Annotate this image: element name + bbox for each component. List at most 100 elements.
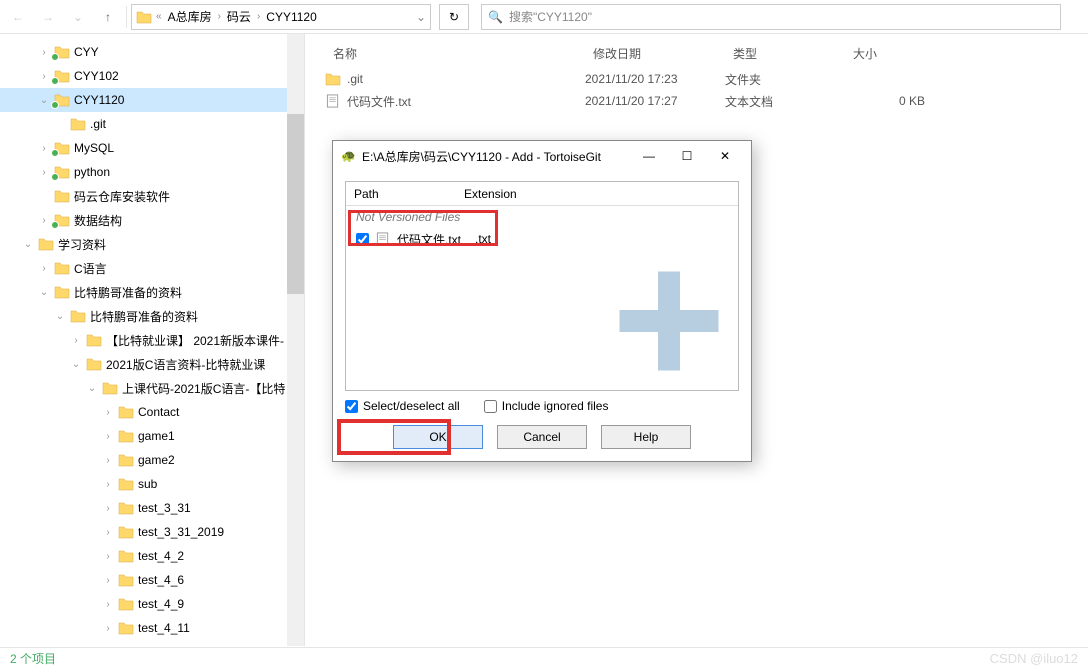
expand-icon[interactable] — [102, 503, 114, 514]
item-count: 2 个项目 — [10, 650, 56, 667]
history-button[interactable]: ⌄ — [64, 4, 92, 30]
file-name: 代码文件.txt — [347, 93, 411, 110]
expand-icon[interactable] — [102, 407, 114, 418]
expand-icon[interactable] — [102, 599, 114, 610]
folder-icon — [54, 45, 70, 59]
maximize-button[interactable]: ☐ — [669, 145, 705, 167]
select-all-checkbox[interactable]: Select/deselect all — [345, 399, 460, 413]
folder-icon — [136, 10, 152, 24]
expand-icon[interactable] — [38, 215, 50, 226]
tree-item-label: test_4_9 — [138, 597, 184, 611]
chevron-right-icon: › — [218, 11, 221, 22]
col-size[interactable]: 大小 — [845, 45, 945, 62]
tree-item[interactable]: 【比特就业课】 2021新版本课件- — [0, 328, 304, 352]
file-row[interactable]: 代码文件.txt2021/11/20 17:27文本文档0 KB — [305, 90, 1088, 112]
tree-item-label: Contact — [138, 405, 179, 419]
expand-icon[interactable] — [70, 359, 82, 370]
tree-item[interactable]: 2021版C语言资料-比特就业课 — [0, 352, 304, 376]
dialog-titlebar[interactable]: 🐢 E:\A总库房\码云\CYY1120 - Add - TortoiseGit… — [333, 141, 751, 171]
include-ignored-checkbox[interactable]: Include ignored files — [484, 399, 609, 413]
expand-icon[interactable] — [38, 47, 50, 58]
tree-item[interactable]: 码云仓库安装软件 — [0, 184, 304, 208]
minimize-button[interactable]: — — [631, 145, 667, 167]
expand-icon[interactable] — [102, 431, 114, 442]
crumb-item[interactable]: 码云 — [225, 8, 253, 25]
expand-icon[interactable] — [102, 551, 114, 562]
tree-item[interactable]: MySQL — [0, 136, 304, 160]
tree-item[interactable]: 比特鹏哥准备的资料 — [0, 280, 304, 304]
folder-icon — [118, 501, 134, 515]
tree-item[interactable]: Contact — [0, 400, 304, 424]
expand-icon[interactable] — [86, 383, 98, 394]
expand-icon[interactable] — [38, 95, 50, 106]
tree-item[interactable]: test_3_31_2019 — [0, 520, 304, 544]
col-date[interactable]: 修改日期 — [585, 45, 725, 62]
file-name: .git — [347, 72, 363, 86]
expand-icon[interactable] — [38, 71, 50, 82]
scroll-thumb[interactable] — [287, 114, 304, 294]
expand-icon[interactable] — [38, 287, 50, 298]
breadcrumb[interactable]: « A总库房 › 码云 › CYY1120 ⌄ — [131, 4, 431, 30]
tree-item[interactable]: 学习资料 — [0, 232, 304, 256]
tree-item-label: 数据结构 — [74, 212, 122, 229]
expand-icon[interactable] — [54, 311, 66, 322]
separator — [126, 6, 127, 28]
col-type[interactable]: 类型 — [725, 45, 845, 62]
tree-item[interactable]: game2 — [0, 448, 304, 472]
tree-item[interactable]: .git — [0, 112, 304, 136]
folder-icon — [54, 189, 70, 203]
tree-item[interactable]: C语言 — [0, 256, 304, 280]
file-list-panel: Path Extension Not Versioned Files 代码文件.… — [345, 181, 739, 391]
tree-item[interactable]: CYY102 — [0, 64, 304, 88]
file-type: 文本文档 — [725, 93, 845, 110]
highlight-box — [348, 210, 498, 246]
tree-item[interactable]: python — [0, 160, 304, 184]
expand-icon[interactable] — [102, 575, 114, 586]
tree-item[interactable]: CYY1120 — [0, 88, 304, 112]
file-row[interactable]: .git2021/11/20 17:23文件夹 — [305, 68, 1088, 90]
expand-icon[interactable] — [70, 335, 82, 346]
tree-item[interactable]: 比特鹏哥准备的资料 — [0, 304, 304, 328]
folder-icon — [118, 429, 134, 443]
tree-item[interactable]: test_4_9 — [0, 592, 304, 616]
tree-item-label: 2021版C语言资料-比特就业课 — [106, 356, 265, 373]
search-input[interactable]: 🔍 搜索"CYY1120" — [481, 4, 1061, 30]
tree-item-label: sub — [138, 477, 157, 491]
crumb-item[interactable]: A总库房 — [166, 8, 214, 25]
expand-icon[interactable] — [102, 623, 114, 634]
col-name[interactable]: 名称 — [325, 45, 585, 62]
refresh-button[interactable]: ↻ — [439, 4, 469, 30]
folder-icon — [325, 72, 341, 86]
tree-item-label: CYY — [74, 45, 99, 59]
expand-icon[interactable] — [38, 167, 50, 178]
tree-item[interactable]: CYY — [0, 40, 304, 64]
help-button[interactable]: Help — [601, 425, 691, 449]
tree-item[interactable]: game1 — [0, 424, 304, 448]
expand-icon[interactable] — [102, 455, 114, 466]
col-extension[interactable]: Extension — [456, 187, 738, 201]
file-date: 2021/11/20 17:27 — [585, 94, 725, 108]
crumb-item[interactable]: CYY1120 — [264, 10, 318, 24]
tree-item[interactable]: test_4_6 — [0, 568, 304, 592]
tree-item-label: test_4_11 — [138, 621, 190, 635]
tree-item[interactable]: 数据结构 — [0, 208, 304, 232]
folder-icon — [118, 621, 134, 635]
tree-item[interactable]: sub — [0, 472, 304, 496]
tree-item[interactable]: test_4_2 — [0, 544, 304, 568]
cancel-button[interactable]: Cancel — [497, 425, 587, 449]
expand-icon[interactable] — [102, 527, 114, 538]
tree-item[interactable]: test_3_31 — [0, 496, 304, 520]
back-button[interactable]: ← — [4, 4, 32, 30]
tree-item[interactable]: test_4_11 — [0, 616, 304, 640]
expand-icon[interactable] — [22, 239, 34, 250]
tree-item[interactable]: 上课代码-2021版C语言-【比特 — [0, 376, 304, 400]
tree-panel: CYY CYY102CYY1120.gitMySQLpython码云仓库安装软件数… — [0, 34, 305, 646]
close-button[interactable]: ✕ — [707, 145, 743, 167]
expand-icon[interactable] — [102, 479, 114, 490]
expand-icon[interactable] — [38, 143, 50, 154]
col-path[interactable]: Path — [346, 187, 456, 201]
breadcrumb-dropdown[interactable]: ⌄ — [416, 10, 426, 24]
expand-icon[interactable] — [38, 263, 50, 274]
forward-button[interactable]: → — [34, 4, 62, 30]
up-button[interactable]: ↑ — [94, 4, 122, 30]
